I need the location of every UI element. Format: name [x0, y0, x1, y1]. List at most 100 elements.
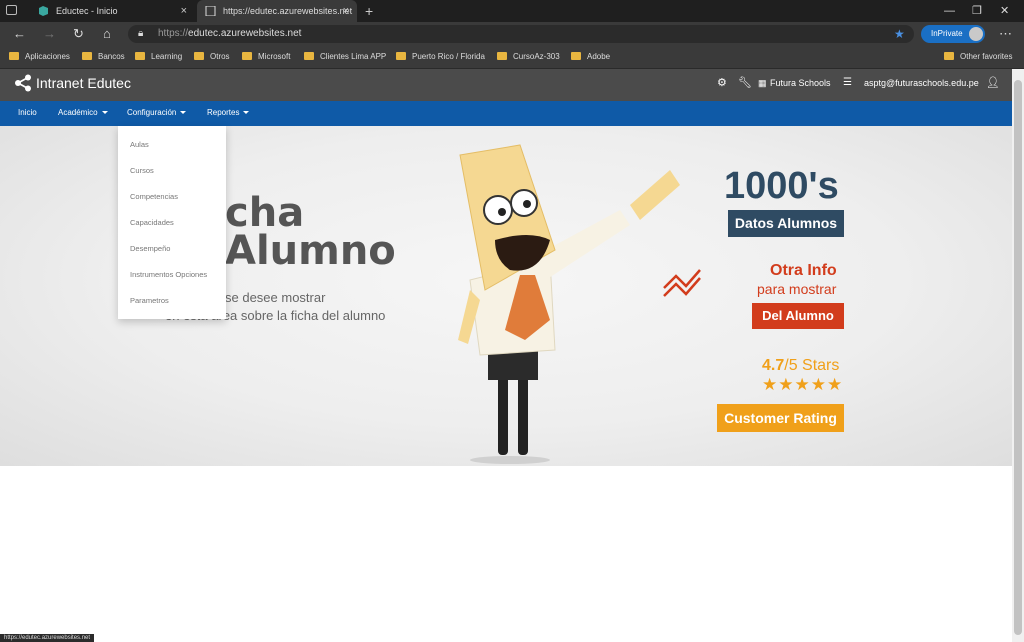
bookmark-label: Other favorites	[960, 52, 1013, 61]
building-icon: ▦	[758, 78, 767, 88]
page-scrollbar-thumb[interactable]	[1014, 80, 1022, 635]
close-tab-icon[interactable]: ×	[343, 0, 349, 22]
rating-suffix: /5 Stars	[784, 357, 840, 374]
url-protocol: https://	[158, 28, 189, 39]
bookmark-label: Learning	[151, 52, 183, 61]
nav-label: Académico	[58, 108, 98, 117]
inprivate-label: InPrivate	[931, 29, 963, 38]
close-window-icon[interactable]: ✕	[1000, 0, 1009, 22]
caret-down-icon	[101, 111, 108, 115]
new-tab-button[interactable]: +	[365, 0, 373, 22]
user-icon[interactable]: 👤︎	[986, 69, 1000, 97]
customer-rating-badge: Customer Rating	[717, 404, 844, 432]
school-name[interactable]: Futura Schools	[770, 69, 831, 97]
stat-big-number: 1000's	[724, 165, 839, 207]
folder-icon	[242, 51, 252, 60]
nav-inicio[interactable]: Inicio	[18, 101, 37, 125]
tab-actions-icon[interactable]	[6, 5, 17, 15]
bookmark-label: Puerto Rico / Florida	[412, 52, 485, 61]
page-icon	[205, 6, 216, 16]
trend-chart-icon	[663, 269, 701, 297]
bookmark-learning[interactable]: Learning	[135, 46, 182, 68]
datos-alumnos-badge: Datos Alumnos	[728, 210, 844, 237]
otra-info-label: Otra Info	[770, 262, 837, 279]
nav-label: Inicio	[18, 108, 37, 117]
bookmark-bancos[interactable]: Bancos	[82, 46, 125, 68]
para-mostrar-label: para mostrar	[757, 281, 837, 297]
caret-down-icon	[180, 111, 187, 115]
bookmark-label: Clientes Lima APP	[320, 52, 387, 61]
user-email[interactable]: asptg@futuraschools.edu.pe	[864, 69, 979, 97]
hero-title-line2: Alumno	[225, 228, 396, 274]
menu-item-instrumentos-opciones[interactable]: Instrumentos Opciones	[130, 270, 207, 279]
other-favorites[interactable]: Other favorites	[944, 46, 1012, 68]
nav-academico[interactable]: Académico	[58, 101, 108, 125]
folder-icon	[944, 51, 954, 60]
bookmark-label: CursoAz-303	[513, 52, 560, 61]
bookmark-clientes-lima[interactable]: Clientes Lima APP	[304, 46, 386, 68]
app-header	[0, 69, 1012, 102]
refresh-icon[interactable]: ↻	[73, 22, 84, 46]
bookmark-label: Microsoft	[258, 52, 291, 61]
menu-item-parametros[interactable]: Parametros	[130, 296, 169, 305]
caret-down-icon	[243, 111, 250, 115]
home-icon[interactable]: ⌂	[103, 22, 111, 46]
bookmark-aplicaciones[interactable]: Aplicaciones	[9, 46, 70, 68]
folder-icon	[396, 51, 406, 60]
folder-icon	[9, 51, 19, 60]
bookmark-otros[interactable]: Otros	[194, 46, 230, 68]
del-alumno-badge: Del Alumno	[752, 303, 844, 329]
browser-tab-eductec[interactable]: Eductec - Inicio ×	[30, 0, 195, 22]
favorite-star-icon[interactable]: ★	[894, 22, 905, 46]
rating-value: 4.7	[762, 357, 785, 374]
browser-tab-active[interactable]: https://edutec.azurewebsites.net ×	[197, 0, 357, 22]
menu-item-cursos[interactable]: Cursos	[130, 166, 154, 175]
rating-text: 4.7/5 Stars	[762, 357, 839, 375]
more-menu-icon[interactable]: ⋯	[999, 22, 1012, 46]
status-url-tooltip: https://edutec.azurewebsites.net	[0, 634, 95, 642]
cartoon-character-illustration	[458, 144, 680, 464]
wrench-icon[interactable]: 🔧︎	[738, 69, 752, 97]
folder-icon	[135, 51, 145, 60]
lock-icon[interactable]: 🔒︎	[138, 22, 143, 46]
close-tab-icon[interactable]: ×	[181, 0, 187, 22]
menu-item-desempeno[interactable]: Desempeño	[130, 244, 170, 253]
profile-avatar-icon	[969, 27, 983, 41]
menu-item-competencias[interactable]: Competencias	[130, 192, 178, 201]
minimize-icon[interactable]: —	[944, 0, 955, 22]
inprivate-badge[interactable]: InPrivate	[921, 25, 985, 43]
folder-icon	[571, 51, 581, 60]
share-icon[interactable]	[14, 74, 32, 92]
nav-label: Reportes	[207, 108, 240, 117]
bookmark-microsoft[interactable]: Microsoft	[242, 46, 290, 68]
hero-desc-line1: se desee mostrar	[225, 290, 326, 305]
bookmark-label: Aplicaciones	[25, 52, 70, 61]
bookmark-label: Adobe	[587, 52, 611, 61]
settings-gear-icon[interactable]: ⚙	[717, 69, 727, 97]
forward-icon[interactable]: →	[43, 22, 56, 46]
back-icon[interactable]: ←	[13, 22, 26, 46]
folder-icon	[497, 51, 507, 60]
tab-title: Eductec - Inicio	[56, 6, 118, 16]
bookmark-puerto-rico[interactable]: Puerto Rico / Florida	[396, 46, 485, 68]
site-favicon-icon	[39, 6, 48, 16]
star-rating-icon: ★★★★★	[762, 375, 844, 394]
menu-item-aulas[interactable]: Aulas	[130, 140, 149, 149]
nav-label: Configuración	[127, 108, 177, 117]
menu-item-capacidades[interactable]: Capacidades	[130, 218, 174, 227]
folder-icon	[304, 51, 314, 60]
list-icon[interactable]: ☰	[843, 69, 852, 97]
nav-reportes[interactable]: Reportes	[207, 101, 250, 125]
app-title[interactable]: Intranet Edutec	[36, 69, 131, 97]
bookmark-adobe[interactable]: Adobe	[571, 46, 610, 68]
folder-icon	[82, 51, 92, 60]
bookmark-label: Bancos	[98, 52, 125, 61]
restore-icon[interactable]: ❐	[972, 0, 982, 22]
bookmark-cursoaz[interactable]: CursoAz-303	[497, 46, 560, 68]
nav-configuracion[interactable]: Configuración	[127, 101, 187, 125]
url-text[interactable]: https://edutec.azurewebsites.net	[158, 25, 301, 43]
folder-icon	[194, 51, 204, 60]
url-host: edutec.azurewebsites.net	[188, 28, 302, 39]
bookmark-label: Otros	[210, 52, 230, 61]
tab-title: https://edutec.azurewebsites.net	[223, 6, 353, 16]
